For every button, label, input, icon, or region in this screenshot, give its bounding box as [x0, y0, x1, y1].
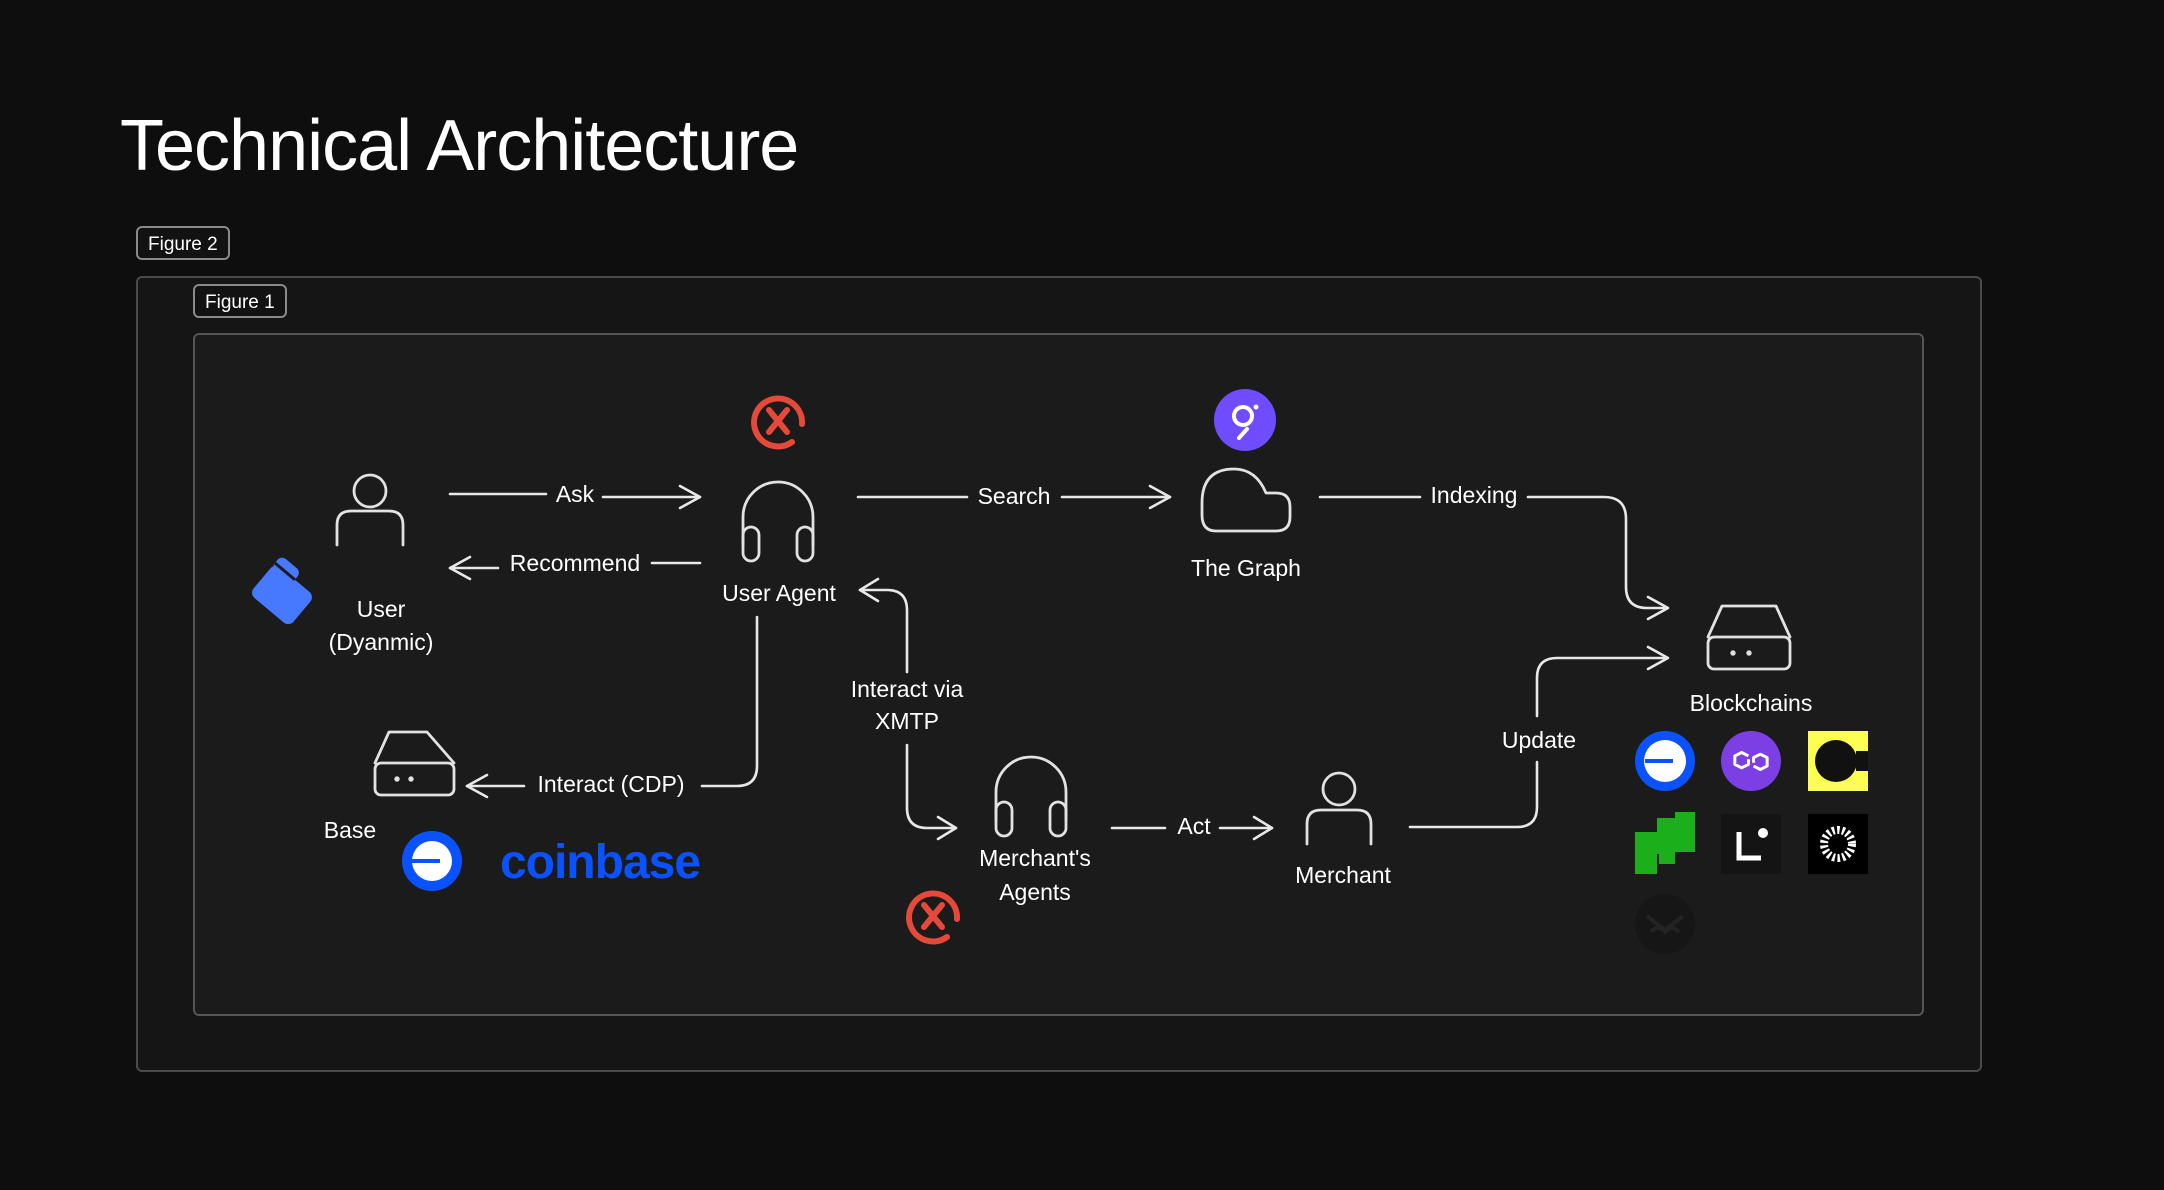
- merchants-agents-node[interactable]: Merchant's Agents: [906, 755, 1091, 945]
- user-node[interactable]: User (Dyanmic): [249, 473, 434, 655]
- user-agent-label: User Agent: [722, 580, 836, 606]
- celo-logo: [1808, 731, 1868, 791]
- person-icon: [335, 473, 405, 547]
- interact-cdp-label: Interact (CDP): [538, 771, 685, 797]
- merchants-agents-label-2: Agents: [999, 879, 1071, 905]
- server-icon: [1706, 604, 1792, 671]
- dynamic-logo: [252, 557, 312, 625]
- polygon-logo: [1721, 731, 1781, 791]
- architecture-diagram: User (Dyanmic) Ask Recommend User Agent …: [249, 389, 1868, 954]
- merchants-agents-label: Merchant's: [979, 845, 1091, 871]
- starburst-chain-logo: [1808, 814, 1868, 874]
- indexing-edge: Indexing: [1318, 482, 1670, 621]
- act-label: Act: [1177, 813, 1211, 839]
- cloud-icon: [1200, 467, 1292, 533]
- interact-xmtp-label: Interact via: [851, 676, 964, 702]
- update-edge: Update: [1408, 645, 1670, 829]
- headphones-icon: [741, 480, 815, 563]
- update-label: Update: [1502, 727, 1576, 753]
- recommend-edge: Recommend: [448, 550, 702, 581]
- base-label: Base: [324, 817, 376, 843]
- blockchains-node[interactable]: Blockchains: [1690, 604, 1813, 716]
- linea-logo: [1721, 814, 1781, 874]
- person-icon: [1305, 771, 1373, 846]
- the-graph-label: The Graph: [1191, 555, 1301, 581]
- xmtp-logo: [751, 395, 806, 450]
- interact-xmtp-edge: Interact via XMTP: [851, 577, 964, 841]
- ask-edge: Ask: [448, 481, 702, 510]
- merchant-node[interactable]: Merchant: [1295, 771, 1392, 888]
- search-label: Search: [978, 483, 1051, 509]
- recommend-label: Recommend: [510, 550, 640, 576]
- user-sublabel: (Dyanmic): [329, 629, 434, 655]
- blockchain-logos: [1635, 731, 1868, 954]
- base-logo: [1635, 731, 1695, 791]
- green-chain-logo: [1635, 812, 1695, 874]
- owl-chain-logo: [1635, 894, 1695, 954]
- the-graph-logo: [1214, 389, 1276, 451]
- the-graph-node[interactable]: The Graph: [1191, 389, 1301, 581]
- merchant-label: Merchant: [1295, 862, 1391, 888]
- base-node[interactable]: Base coinbase: [324, 730, 701, 891]
- coinbase-logo: [402, 831, 462, 891]
- search-edge: Search: [856, 483, 1172, 510]
- headphones-icon: [994, 755, 1068, 838]
- user-label: User: [357, 596, 406, 622]
- blockchains-label: Blockchains: [1690, 690, 1813, 716]
- coinbase-wordmark: coinbase: [500, 836, 700, 889]
- ask-label: Ask: [556, 481, 595, 507]
- interact-cdp-edge: Interact (CDP): [465, 615, 759, 799]
- xmtp-logo: [906, 890, 961, 945]
- indexing-label: Indexing: [1431, 482, 1518, 508]
- act-edge: Act: [1110, 813, 1274, 841]
- interact-xmtp-label-2: XMTP: [875, 708, 939, 734]
- user-agent-node[interactable]: User Agent: [722, 395, 836, 606]
- server-icon: [373, 730, 456, 797]
